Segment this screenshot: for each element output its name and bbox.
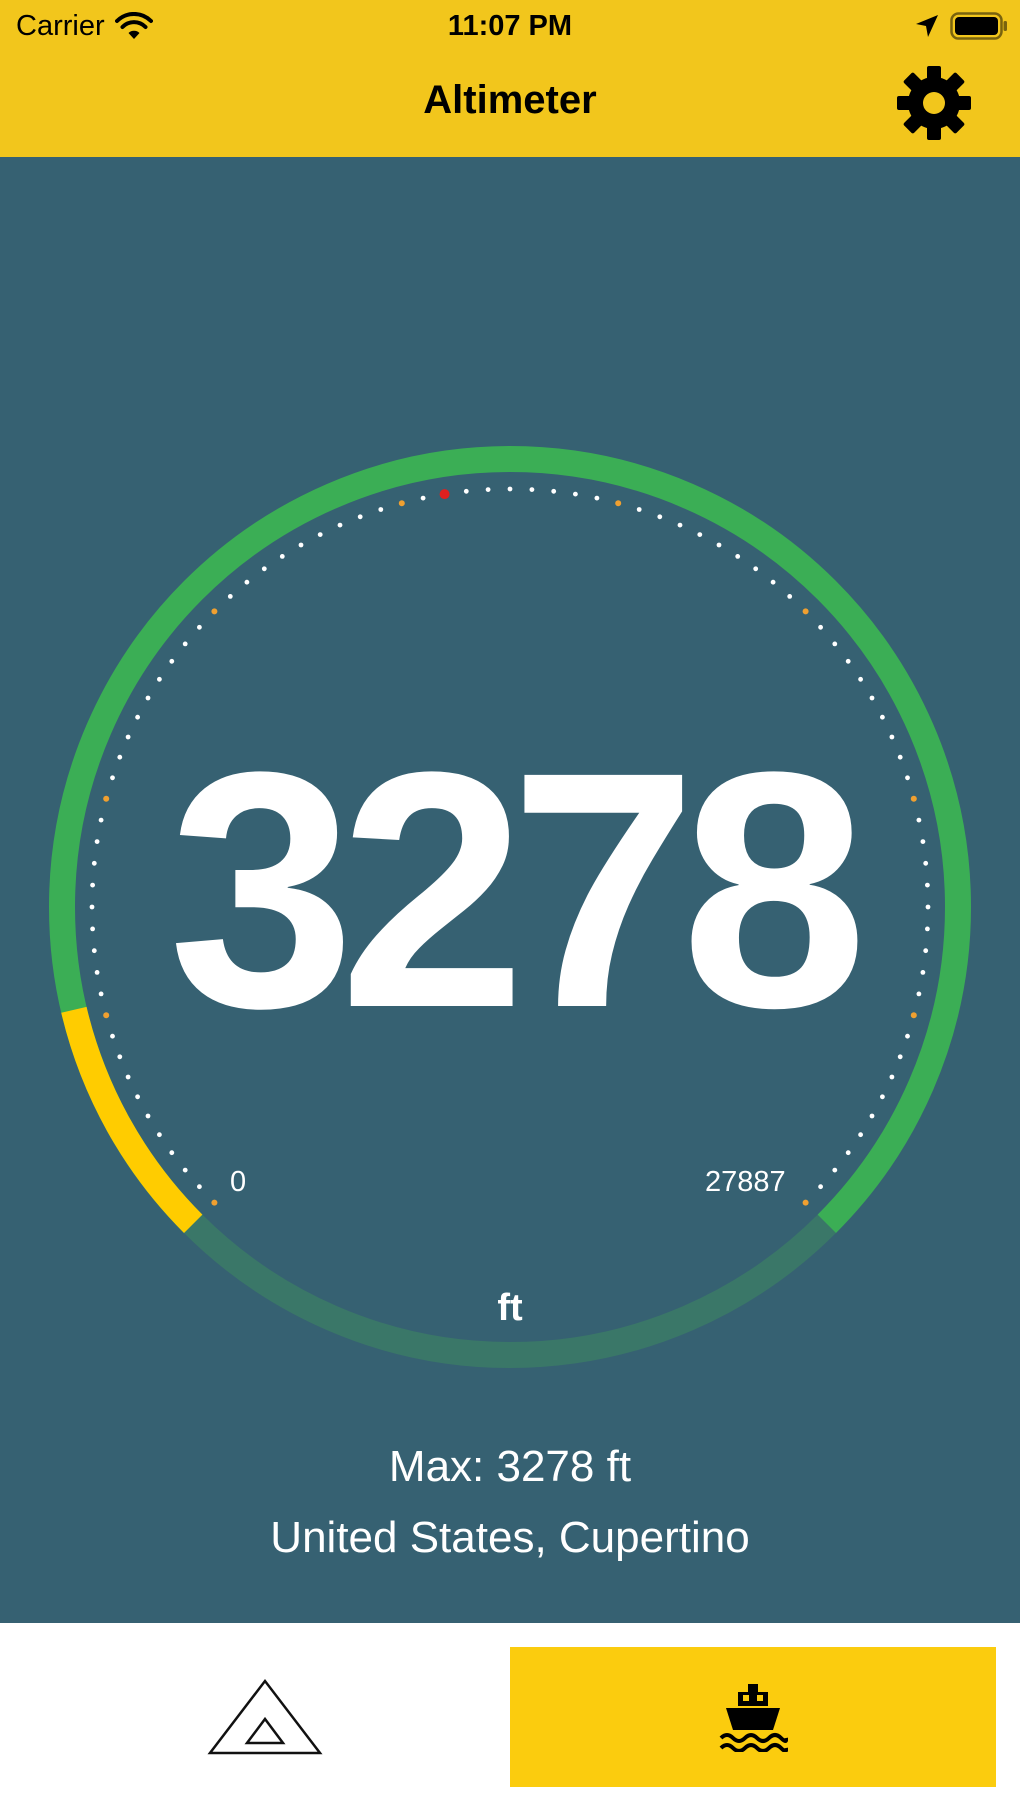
max-altitude-text: Max: 3278 ft bbox=[388, 1442, 632, 1491]
gauge-minor-tick bbox=[573, 491, 578, 497]
gauge-minor-tick bbox=[169, 1150, 175, 1156]
gauge-minor-tick bbox=[197, 1184, 202, 1190]
gauge-minor-tick bbox=[182, 1167, 188, 1173]
header-bar: Carrier 11:07 PM Altimeter bbox=[0, 0, 1020, 157]
gauge-minor-tick bbox=[279, 554, 285, 559]
gauge-minor-tick bbox=[845, 658, 851, 664]
gauge-minor-tick bbox=[858, 1132, 863, 1138]
gauge-minor-tick bbox=[787, 594, 793, 599]
ship-icon bbox=[719, 1684, 788, 1752]
gauge-minor-tick bbox=[463, 488, 469, 494]
gear-icon[interactable] bbox=[895, 64, 973, 142]
gauge-minor-tick bbox=[677, 522, 683, 528]
gauge-minor-tick bbox=[357, 514, 363, 520]
gauge-minor-tick bbox=[551, 488, 557, 494]
gauge-minor-tick bbox=[485, 487, 491, 492]
gauge-minor-tick bbox=[858, 676, 863, 682]
gauge-major-tick bbox=[802, 1199, 809, 1206]
page-title: Altimeter bbox=[423, 78, 597, 122]
gauge-minor-tick bbox=[182, 641, 188, 647]
gauge-minor-tick bbox=[697, 532, 703, 537]
gauge-minor-tick bbox=[145, 1113, 151, 1119]
gauge-min-label: 0 bbox=[230, 1166, 247, 1198]
gauge-minor-tick bbox=[507, 486, 513, 492]
location-text: United States, Cupertino bbox=[270, 1513, 750, 1562]
status-time: 11:07 PM bbox=[447, 10, 573, 42]
gauge-minor-tick bbox=[378, 507, 384, 512]
gauge-max-label: 27887 bbox=[705, 1166, 786, 1198]
gauge-minor-tick bbox=[135, 1094, 141, 1100]
gauge-minor-tick bbox=[197, 624, 202, 630]
gauge-minor-tick bbox=[716, 542, 722, 548]
gauge-major-tick bbox=[398, 500, 405, 507]
gauge-minor-tick bbox=[420, 495, 426, 501]
gauge-major-tick bbox=[802, 608, 809, 615]
gauge-major-tick bbox=[211, 608, 218, 615]
gauge-minor-tick bbox=[845, 1150, 851, 1156]
gauge-minor-tick bbox=[880, 1094, 885, 1100]
gauge-major-tick bbox=[615, 500, 622, 507]
gauge-minor-tick bbox=[770, 579, 776, 585]
gauge-minor-tick bbox=[832, 1167, 838, 1173]
tab-ship[interactable] bbox=[510, 1647, 996, 1787]
max-indicator-dot bbox=[439, 489, 450, 500]
gauge-minor-tick bbox=[145, 695, 151, 701]
altitude-value: 3278 bbox=[168, 703, 867, 1078]
gauge-minor-tick bbox=[317, 532, 323, 537]
gauge-minor-tick bbox=[869, 1113, 875, 1119]
gauge-minor-tick bbox=[818, 1184, 823, 1190]
gauge-minor-tick bbox=[169, 658, 175, 664]
gauge-minor-tick bbox=[298, 542, 304, 548]
gauge-minor-tick bbox=[157, 1132, 162, 1138]
gauge-minor-tick bbox=[880, 714, 885, 720]
battery-icon bbox=[950, 12, 1007, 40]
gauge-minor-tick bbox=[832, 641, 838, 647]
unit-label: ft bbox=[497, 1287, 523, 1329]
gauge-minor-tick bbox=[135, 714, 141, 720]
gauge-major-tick bbox=[211, 1199, 218, 1206]
gauge-minor-tick bbox=[889, 1074, 895, 1080]
main-panel: 3278 0 27887 ft Max: 3278 ft United Stat… bbox=[0, 157, 1020, 1623]
gauge-minor-tick bbox=[529, 487, 535, 492]
gauge-minor-tick bbox=[818, 624, 823, 630]
gauge-minor-tick bbox=[261, 566, 267, 572]
gauge-minor-tick bbox=[636, 507, 642, 512]
gauge-minor-tick bbox=[594, 495, 600, 501]
tab-mountain[interactable] bbox=[20, 1647, 510, 1787]
gauge-minor-tick bbox=[869, 695, 875, 701]
location-arrow-icon bbox=[916, 15, 938, 37]
gauge-minor-tick bbox=[125, 1074, 131, 1080]
mountain-icon bbox=[207, 1678, 323, 1755]
gauge-minor-tick bbox=[337, 522, 343, 528]
gauge-minor-tick bbox=[244, 579, 250, 585]
gauge-minor-tick bbox=[227, 594, 233, 599]
gauge-minor-tick bbox=[157, 676, 162, 682]
gauge-minor-tick bbox=[735, 554, 741, 559]
gauge-minor-tick bbox=[753, 566, 759, 572]
tab-bar bbox=[0, 1623, 1020, 1813]
gauge-minor-tick bbox=[657, 514, 663, 520]
status-bar-right bbox=[914, 8, 1008, 44]
